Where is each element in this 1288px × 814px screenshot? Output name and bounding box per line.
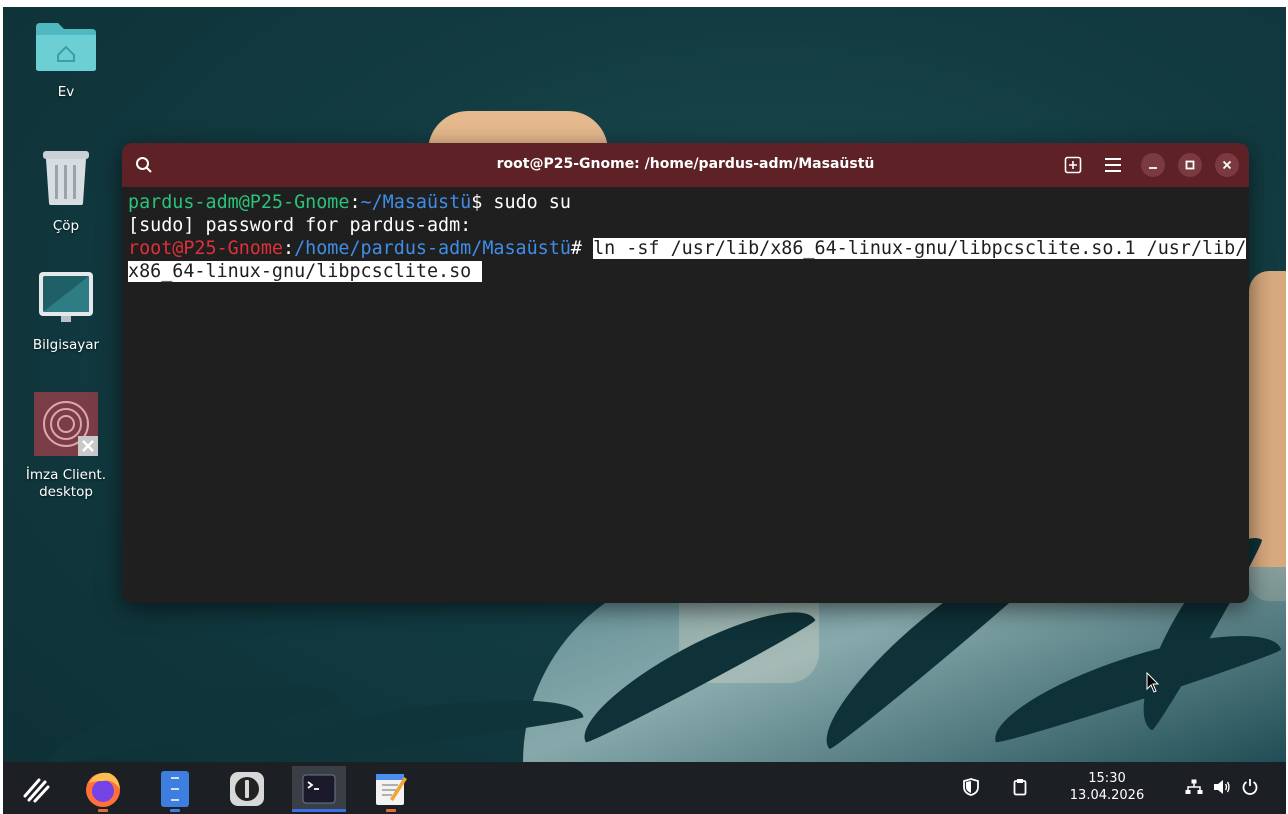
- taskbar-firefox[interactable]: [76, 766, 130, 812]
- taskbar-terminal[interactable]: [292, 766, 346, 812]
- taskbar: 15:30 13.04.2026: [3, 762, 1286, 814]
- close-button[interactable]: [1215, 153, 1239, 177]
- desktop-icon-label: Çöp: [52, 218, 80, 234]
- clock[interactable]: 15:30 13.04.2026: [1059, 770, 1155, 804]
- shield-icon[interactable]: [963, 778, 979, 796]
- app-menu-icon: [23, 778, 50, 803]
- firefox-icon: [86, 772, 120, 807]
- hamburger-menu-icon: [1105, 158, 1121, 172]
- app-menu-button[interactable]: [9, 766, 63, 812]
- desktop-icon-computer[interactable]: Bilgisayar: [18, 270, 114, 354]
- selected-command[interactable]: x86_64-linux-gnu/libpcsclite.so: [128, 261, 483, 282]
- taskbar-text-editor[interactable]: [364, 766, 418, 812]
- file-manager-icon: [161, 771, 189, 807]
- imza-client-icon: [34, 392, 98, 456]
- terminal-line: x86_64-linux-gnu/libpcsclite.so: [128, 260, 1243, 283]
- new-tab-button[interactable]: [1061, 153, 1085, 177]
- desktop-icon-label: Bilgisayar: [32, 337, 100, 353]
- terminal-window[interactable]: root@P25-Gnome: /home/pardus-adm/Masaüst…: [122, 143, 1249, 603]
- home-folder-icon: [36, 23, 96, 71]
- terminal-icon: [302, 774, 336, 804]
- terminal-line: root@P25-Gnome:/home/pardus-adm/Masaüstü…: [128, 238, 1247, 259]
- close-icon: [1222, 160, 1232, 170]
- power-icon[interactable]: [1242, 778, 1258, 795]
- terminal-line: [sudo] password for pardus-adm:: [128, 215, 472, 236]
- volume-icon[interactable]: [1213, 779, 1231, 795]
- selected-command[interactable]: ln -sf /usr/lib/x86_64-linux-gnu/libpcsc…: [593, 238, 1247, 259]
- taskbar-password-manager[interactable]: [220, 766, 274, 812]
- minimize-icon: [1149, 167, 1157, 169]
- clock-date: 13.04.2026: [1069, 788, 1145, 803]
- minimize-button[interactable]: [1141, 153, 1165, 177]
- terminal-output[interactable]: pardus-adm@P25-Gnome:~/Masaüstü$ sudo su…: [122, 187, 1249, 287]
- terminal-line: pardus-adm@P25-Gnome:~/Masaüstü$ sudo su: [128, 192, 571, 213]
- desktop-icon-label: Ev: [57, 84, 75, 100]
- text-editor-icon: [376, 774, 407, 805]
- mouse-cursor-icon: [1146, 672, 1160, 693]
- terminal-headerbar[interactable]: root@P25-Gnome: /home/pardus-adm/Masaüst…: [122, 143, 1249, 187]
- desktop-icon-imza-client[interactable]: İmza Client. desktop: [18, 392, 114, 501]
- clipboard-icon[interactable]: [1013, 778, 1027, 796]
- computer-icon: [39, 272, 93, 322]
- trash-icon: [43, 151, 89, 205]
- network-icon[interactable]: [1185, 779, 1203, 795]
- clock-time: 15:30: [1088, 771, 1126, 786]
- desktop-icon-home[interactable]: Ev: [18, 21, 114, 101]
- desktop-icon-label: İmza Client. desktop: [25, 467, 107, 500]
- password-manager-icon: [230, 772, 264, 806]
- maximize-icon: [1185, 160, 1195, 170]
- desktop: Ev Çöp Bilgisayar İmza Client. desktop r…: [3, 7, 1286, 814]
- taskbar-file-manager[interactable]: [148, 766, 202, 812]
- new-tab-icon: [1064, 156, 1082, 174]
- maximize-button[interactable]: [1178, 153, 1202, 177]
- desktop-icon-trash[interactable]: Çöp: [18, 147, 114, 235]
- menu-button[interactable]: [1101, 153, 1125, 177]
